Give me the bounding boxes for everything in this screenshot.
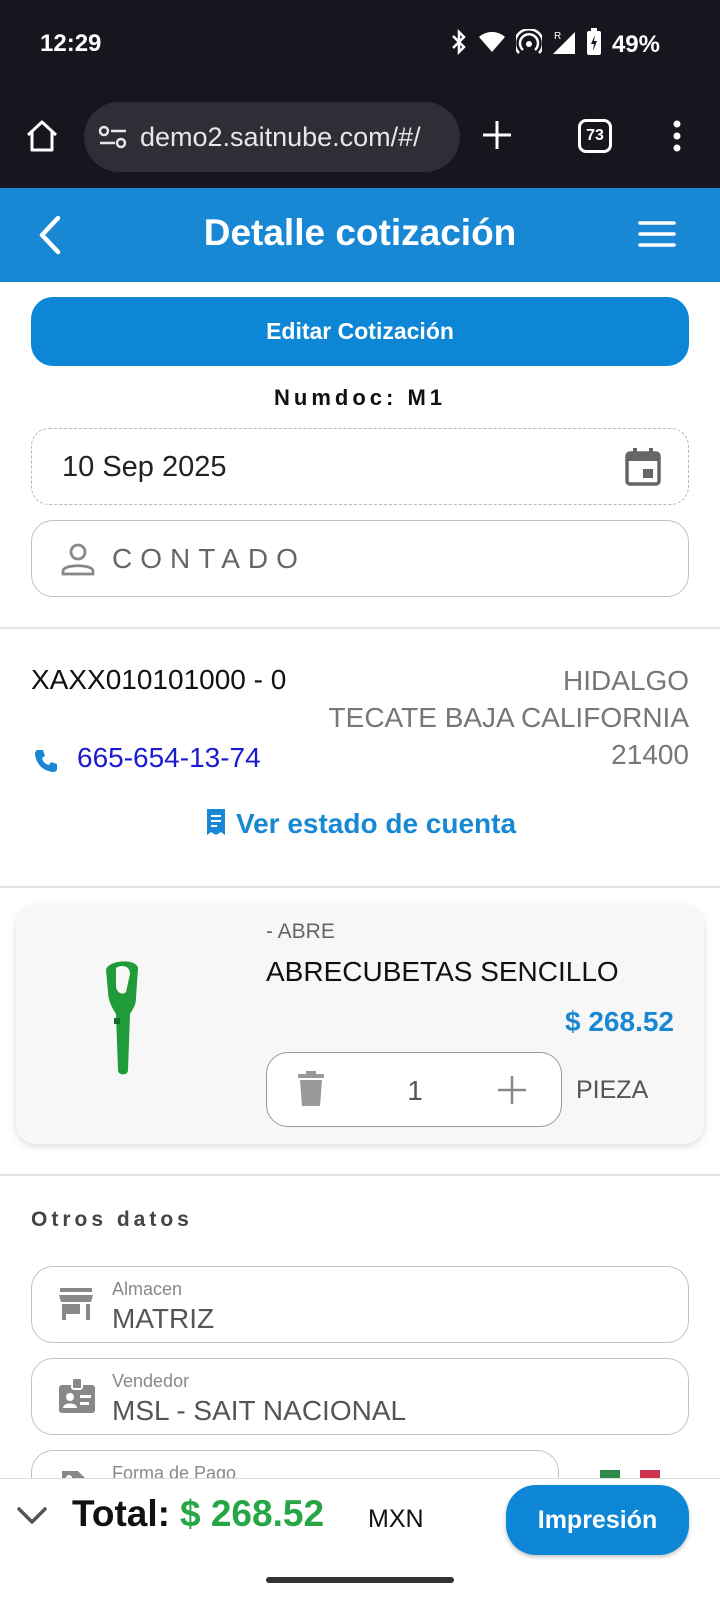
account-statement-label: Ver estado de cuenta bbox=[235, 808, 517, 839]
person-icon bbox=[60, 541, 96, 582]
home-indicator[interactable] bbox=[266, 1577, 454, 1583]
seller-value: MSL - SAIT NACIONAL bbox=[112, 1395, 407, 1426]
receipt-icon bbox=[204, 808, 228, 843]
url-bar[interactable]: demo2.saitnube.com/#/ bbox=[84, 102, 460, 172]
home-icon[interactable] bbox=[24, 118, 60, 159]
account-statement-link[interactable]: Ver estado de cuenta bbox=[0, 808, 720, 843]
date-value: 10 Sep 2025 bbox=[62, 451, 227, 483]
hotspot-icon bbox=[513, 27, 545, 60]
wifi-icon bbox=[478, 30, 506, 59]
battery-percent: 49% bbox=[611, 30, 660, 58]
date-field[interactable]: 10 Sep 2025 bbox=[31, 428, 689, 505]
total-label: Total: bbox=[72, 1493, 170, 1534]
hamburger-menu-icon[interactable] bbox=[638, 220, 676, 253]
address-line: HIDALGO bbox=[562, 665, 689, 696]
divider bbox=[0, 627, 720, 629]
status-bar: 12:29 R 49% bbox=[0, 0, 720, 88]
total-value: $ 268.52 bbox=[180, 1493, 325, 1534]
document-number: Numdoc: M1 bbox=[274, 385, 446, 410]
page-title: Detalle cotización bbox=[203, 212, 517, 253]
plus-icon[interactable] bbox=[497, 1075, 527, 1110]
seller-label: Vendedor bbox=[112, 1371, 190, 1391]
site-settings-icon[interactable] bbox=[98, 124, 128, 155]
product-name: ABRECUBETAS SENCILLO bbox=[266, 956, 619, 987]
divider bbox=[0, 886, 720, 888]
new-tab-icon[interactable] bbox=[480, 118, 514, 157]
warehouse-label: Almacen bbox=[112, 1279, 183, 1299]
edit-quote-button[interactable]: Editar Cotización bbox=[31, 297, 689, 366]
bluetooth-icon bbox=[450, 28, 468, 60]
customer-rfc: XAXX010101000 - 0 bbox=[31, 664, 287, 695]
client-field[interactable]: CONTADO bbox=[31, 520, 689, 597]
badge-icon bbox=[58, 1377, 96, 1420]
tab-count: 73 bbox=[586, 127, 604, 144]
product-price: $ 268.52 bbox=[565, 1006, 674, 1037]
section-title: Otros datos bbox=[31, 1208, 193, 1231]
tab-switcher-button[interactable]: 73 bbox=[578, 119, 612, 153]
battery-icon bbox=[586, 28, 602, 61]
quantity-stepper: 1 bbox=[266, 1052, 562, 1127]
status-icons: R 49% bbox=[450, 27, 660, 61]
calendar-icon[interactable] bbox=[624, 447, 662, 492]
warehouse-value: MATRIZ bbox=[112, 1303, 215, 1334]
product-unit: PIEZA bbox=[576, 1076, 649, 1104]
phone-icon bbox=[33, 748, 59, 779]
status-time: 12:29 bbox=[40, 30, 102, 57]
signal-icon: R bbox=[552, 29, 576, 60]
currency-label: MXN bbox=[368, 1505, 424, 1533]
warehouse-field[interactable]: Almacen MATRIZ bbox=[31, 1266, 689, 1343]
customer-address: HIDALGO TECATE BAJA CALIFORNIA 21400 bbox=[329, 662, 689, 773]
url-text: demo2.saitnube.com/#/ bbox=[140, 122, 421, 152]
chevron-down-icon[interactable] bbox=[16, 1505, 48, 1532]
app-header: Detalle cotización bbox=[0, 188, 720, 282]
browser-toolbar: demo2.saitnube.com/#/ 73 bbox=[0, 88, 720, 188]
customer-phone-link[interactable]: 665-654-13-74 bbox=[77, 742, 261, 774]
client-value: CONTADO bbox=[112, 543, 306, 574]
browser-menu-icon[interactable] bbox=[672, 120, 682, 157]
total-bar: Total: $ 268.52 MXN Impresión bbox=[0, 1478, 720, 1558]
product-code: - ABRE bbox=[266, 920, 335, 943]
store-icon bbox=[58, 1287, 94, 1326]
print-button[interactable]: Impresión bbox=[506, 1485, 689, 1555]
address-line: 21400 bbox=[611, 739, 689, 770]
divider bbox=[0, 1174, 720, 1176]
svg-text:R: R bbox=[554, 31, 561, 42]
seller-field[interactable]: Vendedor MSL - SAIT NACIONAL bbox=[31, 1358, 689, 1435]
address-line: TECATE BAJA CALIFORNIA bbox=[328, 702, 689, 733]
product-card[interactable]: - ABRE ABRECUBETAS SENCILLO $ 268.52 1 P… bbox=[16, 906, 704, 1144]
product-image bbox=[92, 958, 172, 1093]
